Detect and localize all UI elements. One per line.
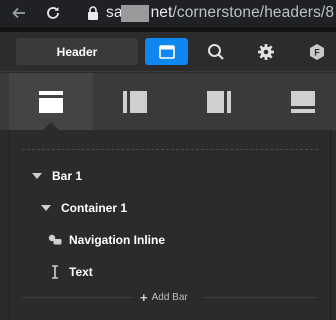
gear-icon[interactable] xyxy=(253,39,279,65)
builder-toolbar: Header F xyxy=(0,32,336,72)
navigation-icon xyxy=(48,233,62,247)
bar-label: Bar 1 xyxy=(52,169,83,183)
panel-left-edge xyxy=(0,130,9,320)
tree-item-container[interactable]: Container 1 xyxy=(41,197,127,219)
container-label: Container 1 xyxy=(61,201,128,215)
caret-down-icon[interactable] xyxy=(32,173,42,179)
search-icon[interactable] xyxy=(203,39,229,65)
reload-icon[interactable] xyxy=(44,4,62,22)
tab-bottom-bar[interactable] xyxy=(261,73,336,130)
right-bar-icon xyxy=(207,90,231,113)
tab-left-bar[interactable] xyxy=(93,73,177,130)
divider-top xyxy=(22,149,318,150)
navigation-label: Navigation Inline xyxy=(69,233,166,247)
tree-item-bar[interactable]: Bar 1 xyxy=(32,165,82,187)
header-button[interactable]: Header xyxy=(16,38,138,65)
top-bar-icon xyxy=(39,90,63,113)
layout-button[interactable] xyxy=(145,38,188,65)
bottom-bar-icon xyxy=(291,90,315,113)
tab-right-bar[interactable] xyxy=(177,73,261,130)
svg-text:F: F xyxy=(314,48,320,58)
active-tab-pointer xyxy=(43,122,59,130)
text-cursor-icon xyxy=(48,265,62,279)
add-bar-rule-left xyxy=(22,297,134,298)
add-bar-label: Add Bar xyxy=(151,292,188,303)
text-label: Text xyxy=(69,265,93,279)
add-bar-button[interactable]: + Add Bar xyxy=(140,290,188,305)
url-redaction-block xyxy=(121,5,149,22)
lock-icon[interactable] xyxy=(84,4,102,22)
plus-icon: + xyxy=(140,290,148,305)
url-domain-suffix: net xyxy=(150,4,173,21)
tree-item-navigation[interactable]: Navigation Inline xyxy=(48,229,165,251)
scrollbar[interactable] xyxy=(330,130,336,320)
theme-badge-icon[interactable]: F xyxy=(304,39,330,65)
caret-down-icon[interactable] xyxy=(41,205,51,211)
add-bar-rule-right xyxy=(202,297,318,298)
back-arrow-icon[interactable] xyxy=(10,4,28,22)
browser-toolbar: sa net/cornerstone/headers/8 xyxy=(0,0,336,27)
tree-item-text[interactable]: Text xyxy=(48,261,93,283)
url-path: /cornerstone/headers/8 xyxy=(172,4,335,21)
window-layout-icon xyxy=(158,44,175,59)
left-bar-icon xyxy=(123,90,147,113)
